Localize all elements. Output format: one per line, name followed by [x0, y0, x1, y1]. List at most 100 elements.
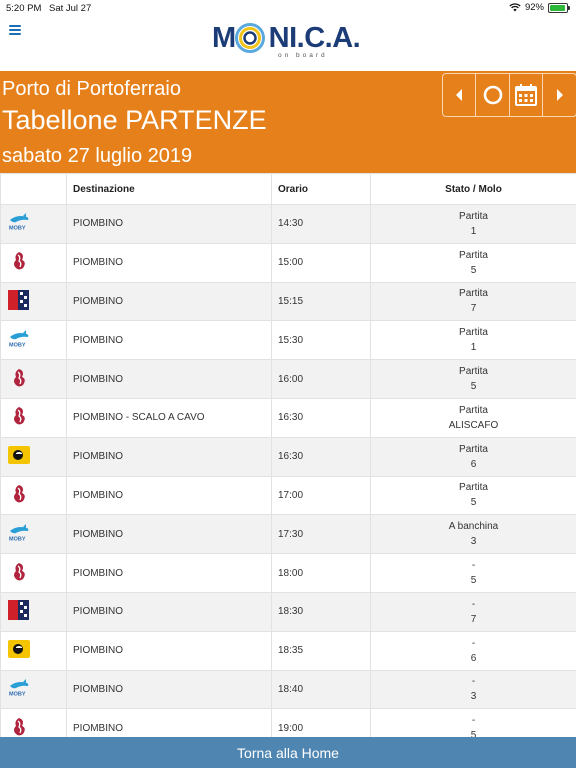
pier-text: 5 [470, 497, 477, 509]
destination-cell: PIOMBINO [66, 242, 272, 283]
corsica-ferries-logo [7, 639, 31, 662]
status-cell: Partita 6 [370, 436, 576, 477]
status-text: Partita [459, 366, 488, 378]
status-text: Partita [459, 249, 488, 261]
table-row: PIOMBINO 16:00 Partita 5 [0, 359, 576, 399]
company-cell [0, 630, 67, 671]
calendar-icon [515, 84, 537, 106]
company-cell: MOBY [0, 669, 67, 710]
status-cell: Partita 7 [370, 281, 576, 322]
toremar-logo [7, 367, 31, 392]
menu-icon[interactable] [9, 25, 21, 35]
table-row: PIOMBINO - SCALO A CAVO 16:30 Partita ALISC… [0, 397, 576, 438]
table-row: PIOMBINO 16:30 Partita 6 [0, 436, 576, 477]
status-text: Partita [459, 327, 488, 339]
status-cell: Partita 1 [370, 204, 576, 244]
blunavy-logo [7, 599, 31, 624]
pier-text: 7 [470, 613, 477, 625]
corsica-ferries-logo [7, 445, 31, 468]
col-destination: Destinazione [66, 173, 272, 205]
time-cell: 18:30 [271, 591, 371, 632]
calendar-button[interactable] [510, 74, 543, 116]
refresh-circle-icon [483, 85, 502, 105]
status-time: 5:20 PM [6, 3, 42, 14]
status-right: 92% [509, 2, 570, 13]
table-row: PIOMBINO 18:35-6 [0, 630, 576, 671]
time-cell: 14:30 [271, 204, 371, 244]
pier-text: 5 [470, 575, 477, 587]
table-row: PIOMBINO 15:00 Partita 5 [0, 242, 576, 283]
destination-cell: PIOMBINO [66, 281, 272, 322]
svg-text:MOBY: MOBY [9, 536, 26, 542]
pier-text: 5 [470, 264, 477, 276]
table-row: PIOMBINO 18:30-7 [0, 591, 576, 632]
status-text: Partita [459, 404, 488, 416]
status-cell: -5 [370, 708, 576, 737]
pier-text: 1 [470, 342, 477, 354]
board-nav [442, 73, 576, 117]
time-cell: 19:00 [271, 708, 371, 737]
table-header-row: Destinazione Orario Stato / Molo [0, 173, 576, 205]
app-header: M NI.C.A. on board [0, 18, 576, 70]
status-bar: 5:20 PM Sat Jul 27 92% [0, 0, 576, 18]
home-button[interactable]: Torna alla Home [0, 737, 576, 768]
destination-cell: PIOMBINO [66, 475, 272, 516]
time-cell: 16:00 [271, 359, 371, 399]
board-header: Porto di Portoferraio Tabellone PARTENZE… [0, 71, 576, 173]
destination-cell: PIOMBINO [66, 553, 272, 593]
destination-cell: PIOMBINO [66, 514, 272, 555]
table-row: PIOMBINO 15:15 Partita 7 [0, 281, 576, 322]
board-date: sabato 27 luglio 2019 [2, 145, 193, 167]
refresh-button[interactable] [476, 74, 510, 116]
company-cell [0, 475, 67, 516]
status-cell: -7 [370, 591, 576, 632]
time-cell: 16:30 [271, 397, 371, 438]
company-cell: MOBY [0, 204, 67, 244]
status-text: Partita [459, 210, 488, 222]
pier-text: ALISCAFO [448, 419, 499, 431]
departures-table-container[interactable]: Destinazione Orario Stato / Molo MOBY PIO… [0, 173, 576, 737]
pier-text: 3 [470, 691, 477, 703]
company-cell [0, 281, 67, 322]
time-cell: 17:30 [271, 514, 371, 555]
svg-text:MOBY: MOBY [9, 691, 26, 697]
pier-text: 7 [470, 303, 477, 315]
company-cell: MOBY [0, 514, 67, 555]
prev-day-button[interactable] [443, 74, 476, 116]
table-row: PIOMBINO 18:00-5 [0, 553, 576, 593]
status-text: Partita [459, 288, 488, 300]
status-cell: Partita 5 [370, 242, 576, 283]
destination-cell: PIOMBINO [66, 630, 272, 671]
time-cell: 15:30 [271, 320, 371, 361]
time-cell: 17:00 [271, 475, 371, 516]
destination-cell: PIOMBINO [66, 204, 272, 244]
company-cell [0, 397, 67, 438]
moby-logo: MOBY [7, 678, 31, 700]
table-row: MOBY PIOMBINO 18:40-3 [0, 669, 576, 710]
blunavy-logo [7, 289, 31, 314]
departures-table: Destinazione Orario Stato / Molo MOBY PIO… [0, 173, 576, 737]
status-cell: A banchina 3 [370, 514, 576, 555]
company-cell [0, 242, 67, 283]
battery-icon [548, 2, 570, 13]
toremar-logo [7, 483, 31, 508]
table-row: MOBY PIOMBINO 15:30 Partita 1 [0, 320, 576, 361]
pier-text: 5 [470, 730, 477, 737]
prev-arrow-icon [456, 89, 462, 101]
monica-logo: M NI.C.A. on board [212, 18, 372, 62]
page-title: Tabellone PARTENZE [2, 105, 267, 135]
wifi-icon [509, 3, 521, 12]
next-day-button[interactable] [543, 74, 576, 116]
status-text: A banchina [448, 521, 499, 533]
status-cell: Partita 5 [370, 359, 576, 399]
status-text: Partita [459, 443, 488, 455]
company-cell [0, 436, 67, 477]
status-cell: -5 [370, 553, 576, 593]
toremar-logo [7, 716, 31, 737]
col-status: Stato / Molo [370, 173, 576, 205]
status-date: Sat Jul 27 [49, 3, 92, 14]
toremar-logo [7, 405, 31, 430]
time-cell: 18:35 [271, 630, 371, 671]
table-row: MOBY PIOMBINO 14:30 Partita 1 [0, 204, 576, 244]
destination-cell: PIOMBINO [66, 591, 272, 632]
